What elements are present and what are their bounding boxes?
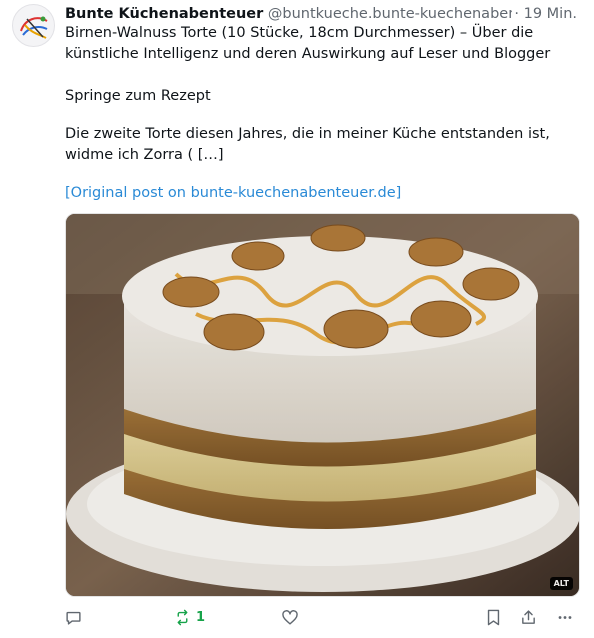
share-button[interactable] [520,604,537,630]
more-button[interactable] [556,604,574,630]
reply-icon [66,611,81,625]
more-icon [558,615,572,619]
avatar[interactable] [12,4,55,47]
repost-count: 1 [196,609,206,625]
post-text-jump: Springe zum Rezept [65,88,211,104]
alt-badge[interactable]: ALT [549,577,573,590]
repost-button[interactable]: 1 [173,604,205,630]
like-button[interactable] [281,604,299,630]
reply-button[interactable] [65,604,82,630]
post-text-body: Die zweite Torte diesen Jahres, die in m… [65,126,550,163]
post-time[interactable]: · 19 Min. [512,5,577,23]
post-actions: 1 [65,604,585,630]
post-image[interactable]: ALT [65,213,580,597]
post-text-intro: Birnen-Walnuss Torte (10 Stücke, 18cm Du… [65,25,551,62]
original-post-link[interactable]: [Original post on bunte-kuechenabenteuer… [65,183,401,204]
repost-icon [177,609,188,625]
bookmark-icon [487,609,500,625]
bookmark-button[interactable] [486,604,501,630]
heart-icon [282,609,298,625]
author-handle[interactable]: @buntkueche.bunte-kuechenabente... [268,6,546,22]
author-name[interactable]: Bunte Küchenabenteuer [65,6,263,22]
share-icon [522,609,535,624]
post-header: Bunte Küchenabenteuer @buntkueche.bunte-… [65,5,585,23]
